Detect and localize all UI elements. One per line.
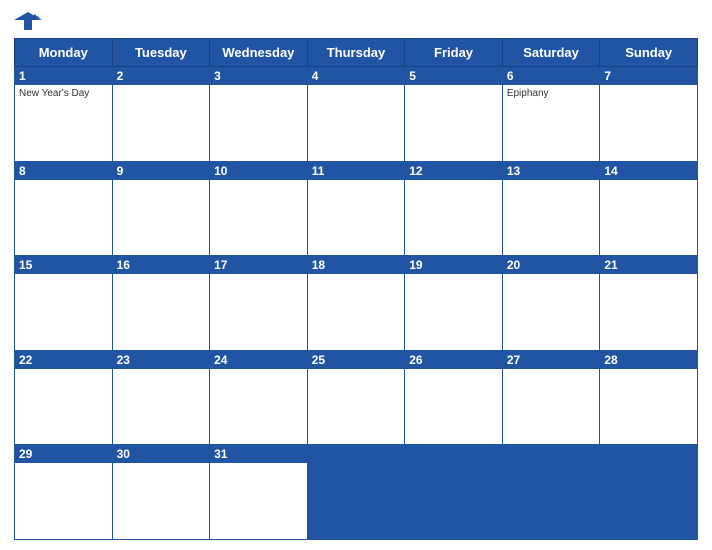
calendar-week-row: 15161718192021 <box>15 256 698 351</box>
calendar-day-cell: 27 <box>502 350 600 445</box>
day-number: 2 <box>113 67 210 85</box>
day-number: 7 <box>600 67 697 85</box>
calendar-day-cell: 7 <box>600 67 698 162</box>
calendar-day-cell: 6 Epiphany <box>502 67 600 162</box>
day-number: 3 <box>210 67 307 85</box>
day-number: 27 <box>503 351 600 369</box>
day-number: 22 <box>15 351 112 369</box>
page: Monday Tuesday Wednesday Thursday Friday… <box>0 0 712 550</box>
calendar-day-cell: 4 <box>307 67 405 162</box>
calendar-table: Monday Tuesday Wednesday Thursday Friday… <box>14 38 698 540</box>
day-number: 9 <box>113 162 210 180</box>
calendar-day-cell: 21 <box>600 256 698 351</box>
calendar-day-cell: 31 <box>210 445 308 540</box>
calendar-week-row: 1 New Year's Day 23456 Epiphany 7 <box>15 67 698 162</box>
day-number: 24 <box>210 351 307 369</box>
day-number: 6 <box>503 67 600 85</box>
calendar-day-cell: 2 <box>112 67 210 162</box>
calendar-day-cell: 25 <box>307 350 405 445</box>
calendar-day-cell <box>405 445 503 540</box>
calendar-day-cell: 13 <box>502 161 600 256</box>
calendar-day-cell <box>307 445 405 540</box>
weekday-header-row: Monday Tuesday Wednesday Thursday Friday… <box>15 39 698 67</box>
calendar-day-cell: 30 <box>112 445 210 540</box>
calendar-day-cell: 19 <box>405 256 503 351</box>
day-number: 1 <box>15 67 112 85</box>
holiday-label: Epiphany <box>507 88 596 99</box>
day-number: 17 <box>210 256 307 274</box>
calendar-day-cell: 29 <box>15 445 113 540</box>
day-number: 25 <box>308 351 405 369</box>
day-number: 10 <box>210 162 307 180</box>
header-monday: Monday <box>15 39 113 67</box>
holiday-label: New Year's Day <box>19 88 108 99</box>
calendar-day-cell: 17 <box>210 256 308 351</box>
logo <box>14 10 46 32</box>
day-number: 21 <box>600 256 697 274</box>
calendar-header: Monday Tuesday Wednesday Thursday Friday… <box>15 39 698 67</box>
header-sunday: Sunday <box>600 39 698 67</box>
day-number: 16 <box>113 256 210 274</box>
calendar-day-cell <box>600 445 698 540</box>
day-number: 26 <box>405 351 502 369</box>
logo-bird-icon <box>14 10 42 32</box>
header <box>14 10 698 32</box>
day-number: 28 <box>600 351 697 369</box>
calendar-day-cell: 16 <box>112 256 210 351</box>
day-number: 19 <box>405 256 502 274</box>
header-wednesday: Wednesday <box>210 39 308 67</box>
day-number: 31 <box>210 445 307 463</box>
day-number: 18 <box>308 256 405 274</box>
calendar-body: 1New Year's Day23456Epiphany789101112131… <box>15 67 698 540</box>
day-number: 20 <box>503 256 600 274</box>
calendar-day-cell: 20 <box>502 256 600 351</box>
day-number: 15 <box>15 256 112 274</box>
calendar-day-cell: 26 <box>405 350 503 445</box>
calendar-day-cell: 10 <box>210 161 308 256</box>
calendar-week-row: 891011121314 <box>15 161 698 256</box>
day-number: 14 <box>600 162 697 180</box>
calendar-day-cell: 1 New Year's Day <box>15 67 113 162</box>
calendar-day-cell: 22 <box>15 350 113 445</box>
calendar-day-cell: 3 <box>210 67 308 162</box>
header-thursday: Thursday <box>307 39 405 67</box>
day-number: 8 <box>15 162 112 180</box>
calendar-day-cell: 5 <box>405 67 503 162</box>
header-tuesday: Tuesday <box>112 39 210 67</box>
calendar-day-cell: 28 <box>600 350 698 445</box>
day-number: 30 <box>113 445 210 463</box>
calendar-day-cell <box>502 445 600 540</box>
calendar-day-cell: 9 <box>112 161 210 256</box>
header-friday: Friday <box>405 39 503 67</box>
day-number: 23 <box>113 351 210 369</box>
calendar-day-cell: 24 <box>210 350 308 445</box>
day-number: 11 <box>308 162 405 180</box>
header-saturday: Saturday <box>502 39 600 67</box>
calendar-day-cell: 14 <box>600 161 698 256</box>
calendar-day-cell: 12 <box>405 161 503 256</box>
calendar-day-cell: 18 <box>307 256 405 351</box>
calendar-day-cell: 8 <box>15 161 113 256</box>
day-number: 29 <box>15 445 112 463</box>
day-number: 4 <box>308 67 405 85</box>
day-number: 5 <box>405 67 502 85</box>
day-number: 13 <box>503 162 600 180</box>
calendar-day-cell: 15 <box>15 256 113 351</box>
calendar-week-row: 22232425262728 <box>15 350 698 445</box>
calendar-day-cell: 11 <box>307 161 405 256</box>
calendar-day-cell: 23 <box>112 350 210 445</box>
day-number: 12 <box>405 162 502 180</box>
calendar-week-row: 293031 <box>15 445 698 540</box>
